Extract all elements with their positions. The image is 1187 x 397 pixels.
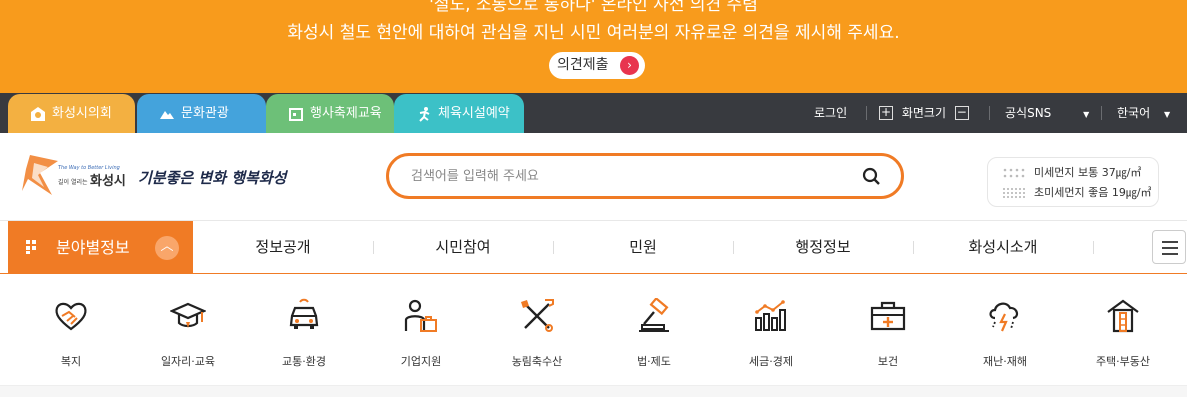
category-label: 법·제도 (637, 355, 671, 368)
air-quality-widget[interactable]: 미세먼지 보통 37㎍/㎥ 초미세먼지 좋음 19㎍/㎥ (987, 157, 1159, 207)
ultrafine-dust-icon (1003, 188, 1025, 198)
menu-bar (1162, 253, 1178, 255)
category-label: 재난·재해 (983, 355, 1027, 368)
farm-tools-icon (521, 299, 554, 332)
logo-small-text: 길이 열리는 (58, 179, 88, 186)
chevron-up-icon: ︿ (155, 236, 179, 260)
nav-item-admin-info[interactable]: 행정정보 (733, 221, 913, 274)
tab-culture-tourism[interactable]: 문화관광 (137, 94, 266, 133)
category-label: 기업지원 (400, 355, 442, 368)
zoom-in-button[interactable]: + (879, 105, 893, 120)
logo-city-name: 화성시 (90, 174, 126, 189)
tab-label: 행사축제교육 (310, 106, 382, 121)
category-label: 교통·환경 (282, 355, 326, 368)
category-health[interactable]: 보건 (831, 275, 945, 385)
category-label: 주택·부동산 (1095, 355, 1151, 368)
nav-item-city-intro[interactable]: 화성시소개 (913, 221, 1093, 274)
sns-dropdown[interactable]: 공식SNS ▼ (1005, 93, 1089, 133)
council-icon (30, 106, 46, 122)
nav-item-civil-affairs[interactable]: 민원 (553, 221, 733, 274)
category-business-support[interactable]: 기업지원 (364, 275, 478, 385)
category-shortcuts: 복지 일자리·교육 교통·환경 기업지원 농림축수산 법·제도 세금·경제 보건… (0, 275, 1187, 385)
house-icon (1107, 299, 1139, 333)
dropdown-caret-icon: ▼ (1163, 110, 1171, 119)
calendar-icon (288, 106, 304, 122)
category-label: 세금·경제 (749, 355, 793, 368)
mountain-icon (159, 106, 175, 122)
site-logo[interactable]: The Way to Better Living 길이 열리는 화성시 기분좋은… (18, 151, 308, 203)
runner-icon (416, 106, 432, 122)
zoom-control: + 화면크기 − (879, 93, 969, 133)
tab-label: 문화관광 (181, 106, 229, 121)
dropdown-caret-icon: ▼ (1083, 110, 1090, 119)
notice-banner: '철도, 소통으로 통하다' 온라인 사전 의견 수렴 화성시 철도 현안에 대… (0, 0, 1187, 93)
hwaseong-logo-icon (22, 155, 58, 195)
category-welfare[interactable]: 복지 (14, 275, 128, 385)
medical-kit-icon (870, 301, 906, 331)
site-header: The Way to Better Living 길이 열리는 화성시 기분좋은… (0, 133, 1187, 220)
all-categories-button[interactable]: 분야별정보 ︿ (8, 221, 193, 274)
fine-dust-icon (1003, 168, 1025, 178)
category-disaster[interactable]: 재난·재해 (948, 275, 1062, 385)
zoom-label: 화면크기 (901, 106, 946, 120)
hamburger-menu-button[interactable] (1152, 230, 1186, 264)
category-law-system[interactable]: 법·제도 (597, 275, 711, 385)
tab-label: 화성시의회 (52, 106, 112, 121)
category-tax-economy[interactable]: 세금·경제 (714, 275, 828, 385)
tab-sports-reservation[interactable]: 체육시설예약 (394, 94, 524, 133)
nav-item-citizen-participation[interactable]: 시민참여 (373, 221, 553, 274)
search-box (386, 153, 904, 199)
tab-events-festivals[interactable]: 행사축제교육 (266, 94, 394, 133)
ultrafine-dust-row: 초미세먼지 좋음 19㎍/㎥ (1002, 184, 1152, 202)
category-traffic-environment[interactable]: 교통·환경 (247, 275, 361, 385)
storm-icon (989, 302, 1019, 332)
banner-subtitle: 화성시 철도 현안에 대하여 관심을 지닌 시민 여러분의 자유로운 의견을 제… (287, 23, 900, 43)
login-link[interactable]: 로그인 (814, 93, 847, 133)
category-label: 보건 (877, 355, 899, 368)
search-input[interactable] (411, 165, 831, 187)
search-icon[interactable] (861, 166, 883, 188)
section-divider (0, 385, 1187, 397)
handshake-heart-icon (55, 302, 87, 331)
submit-opinion-button[interactable]: 의견제출 › (549, 52, 645, 79)
tab-label: 체육시설예약 (438, 106, 510, 121)
main-nav: 분야별정보 ︿ 정보공개 시민참여 민원 행정정보 화성시소개 (0, 220, 1187, 274)
chart-growth-icon (755, 300, 786, 331)
category-label: 농림축수산 (511, 355, 563, 368)
menu-bar (1162, 247, 1178, 249)
language-dropdown[interactable]: 한국어 ▼ (1117, 93, 1170, 133)
divider (1101, 106, 1102, 120)
car-icon (289, 298, 319, 329)
top-bar: 화성시의회 문화관광 행사축제교육 체육시설예약 로그인 + 화면크기 − 공식… (0, 93, 1187, 133)
gavel-icon (639, 298, 669, 332)
all-categories-label: 분야별정보 (56, 238, 130, 257)
tab-city-council[interactable]: 화성시의회 (8, 94, 135, 133)
fine-dust-text: 미세먼지 보통 37㎍/㎥ (1034, 166, 1142, 179)
nav-item-info-disclosure[interactable]: 정보공개 (193, 221, 373, 274)
banner-title: '철도, 소통으로 통하다' 온라인 사전 의견 수렴 (429, 0, 758, 15)
zoom-out-button[interactable]: − (954, 105, 969, 120)
chevron-right-icon: › (620, 56, 639, 75)
sns-label: 공식SNS (1005, 106, 1052, 120)
businessman-icon (404, 299, 437, 332)
category-housing[interactable]: 주택·부동산 (1066, 275, 1180, 385)
menu-bar (1162, 241, 1178, 243)
divider (1093, 241, 1094, 254)
submit-opinion-label: 의견제출 (557, 57, 609, 73)
divider (989, 106, 990, 120)
logo-slogan: 기분좋은 변화 행복화성 (138, 169, 287, 187)
ultrafine-dust-text: 초미세먼지 좋음 19㎍/㎥ (1034, 186, 1152, 199)
language-label: 한국어 (1117, 106, 1151, 120)
grid-icon (26, 240, 36, 254)
category-label: 복지 (60, 355, 82, 368)
fine-dust-row: 미세먼지 보통 37㎍/㎥ (1002, 164, 1141, 182)
graduation-cap-icon (170, 302, 206, 328)
category-agriculture[interactable]: 농림축수산 (480, 275, 594, 385)
category-jobs-education[interactable]: 일자리·교육 (131, 275, 245, 385)
category-label: 일자리·교육 (160, 355, 216, 368)
divider (866, 106, 867, 120)
